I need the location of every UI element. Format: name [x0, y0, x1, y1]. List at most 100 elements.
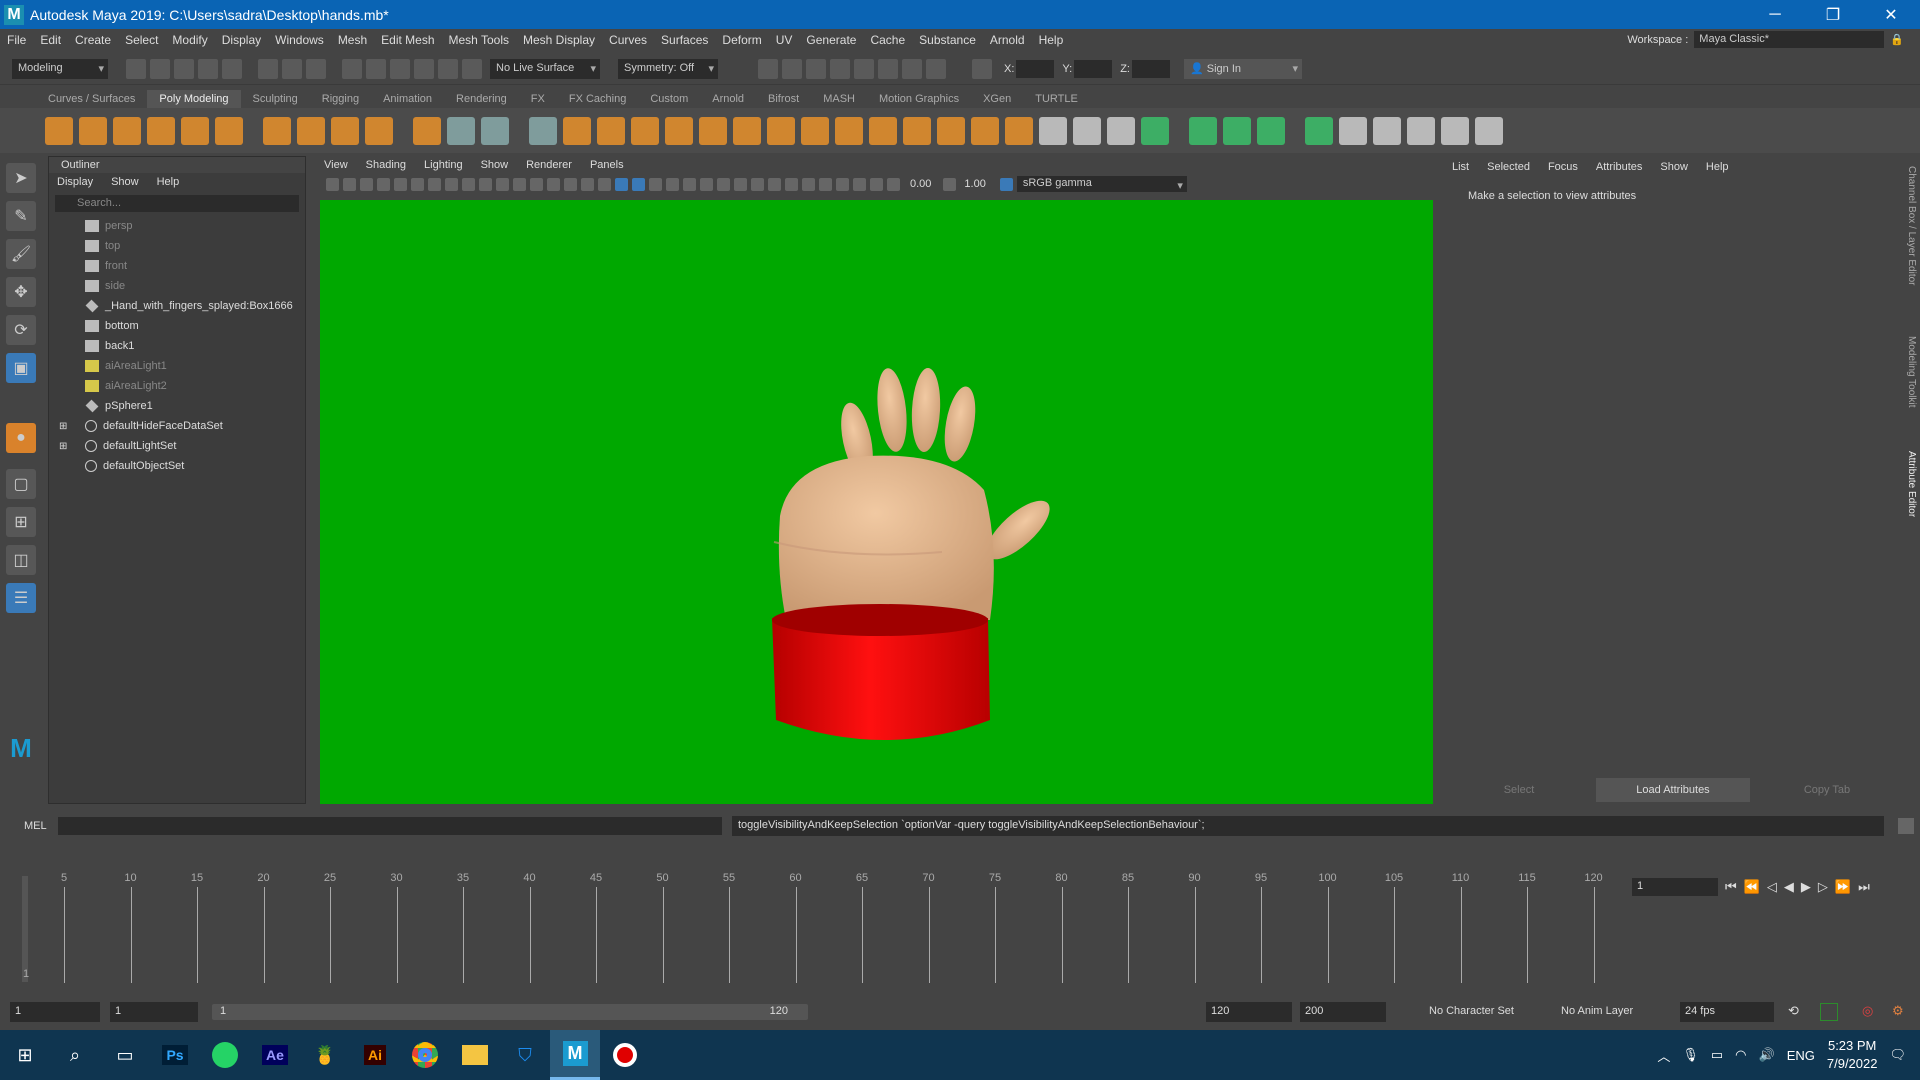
z-field[interactable] — [1131, 59, 1170, 78]
workspace-dropdown[interactable]: Maya Classic* — [1694, 31, 1885, 48]
select-button[interactable]: Select — [1442, 778, 1596, 802]
render-setup-icon[interactable] — [878, 58, 898, 79]
shelf-tool-14-icon[interactable] — [529, 116, 557, 145]
outliner-item[interactable]: defaultObjectSet — [49, 456, 305, 476]
viewport-tool-31-icon[interactable] — [836, 177, 849, 191]
viewport-tool-26-icon[interactable] — [751, 177, 764, 191]
anim-layer-dropdown[interactable]: No Anim Layer — [1556, 1002, 1666, 1022]
outliner-menu-display[interactable]: Display — [57, 176, 93, 188]
sign-in-dropdown[interactable]: 👤 Sign In — [1183, 58, 1302, 79]
two-view-icon[interactable]: ◫ — [6, 545, 36, 575]
render-view-icon[interactable] — [758, 58, 778, 79]
viewport-menu-lighting[interactable]: Lighting — [424, 159, 463, 171]
maya-icon[interactable]: M — [550, 1030, 600, 1080]
playback-end-field[interactable]: 120 — [1206, 1002, 1292, 1022]
attribute-editor-tab[interactable]: Attribute Editor — [1906, 451, 1917, 517]
ipr-render-icon[interactable] — [806, 58, 826, 79]
viewport-tool-23-icon[interactable] — [700, 177, 713, 191]
viewport-tool-32-icon[interactable] — [853, 177, 866, 191]
character-set-dropdown[interactable]: No Character Set — [1424, 1002, 1534, 1022]
range-bar[interactable]: 1 120 — [212, 1004, 808, 1020]
attribute-menu-selected[interactable]: Selected — [1487, 161, 1530, 173]
time-slider[interactable]: 1 5 10 15 20 25 30 35 40 45 50 55 60 65 70 75 80 85 90 95 1… — [22, 872, 1624, 988]
viewport-menu-panels[interactable]: Panels — [590, 159, 624, 171]
volume-icon[interactable]: 🔊 — [1759, 1047, 1775, 1063]
viewport-tool-8-icon[interactable] — [445, 177, 458, 191]
viewport-tool-14-icon[interactable] — [547, 177, 560, 191]
shelf-tab-animation[interactable]: Animation — [371, 90, 444, 108]
shelf-tab-rigging[interactable]: Rigging — [310, 90, 371, 108]
outliner-item[interactable]: _Hand_with_fingers_splayed:Box1666 — [49, 296, 305, 316]
shelf-tab-turtle[interactable]: TURTLE — [1023, 90, 1090, 108]
outliner-item[interactable]: ⊞ defaultLightSet — [49, 436, 305, 456]
file-explorer-icon[interactable] — [450, 1030, 500, 1080]
shelf-tool-39-icon[interactable] — [1407, 116, 1435, 145]
animation-end-field[interactable]: 200 — [1300, 1002, 1386, 1022]
outliner-item[interactable]: aiAreaLight2 — [49, 376, 305, 396]
attribute-menu-focus[interactable]: Focus — [1548, 161, 1578, 173]
recorder-icon[interactable] — [600, 1030, 650, 1080]
viewport-canvas[interactable] — [320, 200, 1433, 804]
battery-icon[interactable]: ▭ — [1711, 1047, 1723, 1063]
whatsapp-icon[interactable] — [200, 1030, 250, 1080]
viewport-menu-shading[interactable]: Shading — [366, 159, 406, 171]
step-back-key-icon[interactable]: ⏪ — [1744, 879, 1760, 895]
shelf-tool-40-icon[interactable] — [1441, 116, 1469, 145]
shelf-tool-2-icon[interactable] — [79, 116, 107, 145]
shelf-tool-27-icon[interactable] — [971, 116, 999, 145]
shield-app-icon[interactable]: ⛉ — [500, 1030, 550, 1080]
viewport-tool-34-icon[interactable] — [887, 177, 900, 191]
shelf-tool-21-icon[interactable] — [767, 116, 795, 145]
command-input[interactable] — [58, 817, 722, 835]
four-view-icon[interactable]: ⊞ — [6, 507, 36, 537]
redo-icon[interactable] — [222, 58, 242, 79]
viewport-tool-13-icon[interactable] — [530, 177, 543, 191]
shelf-tool-23-icon[interactable] — [835, 116, 863, 145]
menu-item-help[interactable]: Help — [1032, 33, 1071, 47]
lock-icon[interactable]: 🔒 — [1890, 33, 1904, 46]
animation-preferences-icon[interactable]: ⚙ — [1892, 1003, 1904, 1019]
play-forwards-icon[interactable]: ▶ — [1801, 879, 1811, 895]
outliner-item[interactable]: back1 — [49, 336, 305, 356]
new-scene-icon[interactable] — [126, 58, 146, 79]
menu-item-display[interactable]: Display — [215, 33, 268, 47]
viewport-tool-15-icon[interactable] — [564, 177, 577, 191]
shelf-tab-poly-modeling[interactable]: Poly Modeling — [147, 90, 241, 108]
minimize-button[interactable]: ─ — [1746, 0, 1804, 29]
menu-item-arnold[interactable]: Arnold — [983, 33, 1032, 47]
outliner-item[interactable]: bottom — [49, 316, 305, 336]
shelf-tool-16-icon[interactable] — [597, 116, 625, 145]
viewport-tool-3-icon[interactable] — [360, 177, 373, 191]
shelf-tool-31-icon[interactable] — [1107, 116, 1135, 145]
current-time-marker[interactable] — [22, 876, 28, 982]
snap-grid-icon[interactable] — [342, 58, 362, 79]
wifi-icon[interactable]: ◠ — [1735, 1047, 1746, 1063]
snap-view-icon[interactable] — [414, 58, 434, 79]
shelf-tool-35-icon[interactable] — [1257, 116, 1285, 145]
y-field[interactable] — [1074, 59, 1113, 78]
attribute-menu-show[interactable]: Show — [1660, 161, 1688, 173]
expand-icon[interactable]: ⊞ — [59, 421, 67, 432]
last-tool-icon[interactable]: ● — [6, 423, 36, 453]
viewport-tool-22-icon[interactable] — [683, 177, 696, 191]
move-tool-icon[interactable]: ✥ — [6, 277, 36, 307]
menu-item-surfaces[interactable]: Surfaces — [654, 33, 715, 47]
menu-item-modify[interactable]: Modify — [165, 33, 214, 47]
viewport-tool-10-icon[interactable] — [479, 177, 492, 191]
shelf-tool-12-icon[interactable] — [447, 116, 475, 145]
render-settings-icon[interactable] — [830, 58, 850, 79]
viewport-menu-view[interactable]: View — [324, 159, 348, 171]
after-effects-icon[interactable]: Ae — [250, 1030, 300, 1080]
copy-tab-button[interactable]: Copy Tab — [1750, 778, 1904, 802]
menu-item-windows[interactable]: Windows — [268, 33, 331, 47]
shelf-tool-3-icon[interactable] — [113, 116, 141, 145]
viewport-tool-9-icon[interactable] — [462, 177, 475, 191]
color-management-icon[interactable] — [999, 177, 1013, 191]
viewport-tool-16-icon[interactable] — [581, 177, 594, 191]
shelf-tab-custom[interactable]: Custom — [638, 90, 700, 108]
shelf-tab-curves-surfaces[interactable]: Curves / Surfaces — [36, 90, 147, 108]
shelf-tab-motion-graphics[interactable]: Motion Graphics — [867, 90, 971, 108]
menu-item-uv[interactable]: UV — [769, 33, 800, 47]
microphone-icon[interactable]: 🎙 — [1682, 1047, 1699, 1063]
animation-start-field[interactable]: 1 — [10, 1002, 100, 1022]
